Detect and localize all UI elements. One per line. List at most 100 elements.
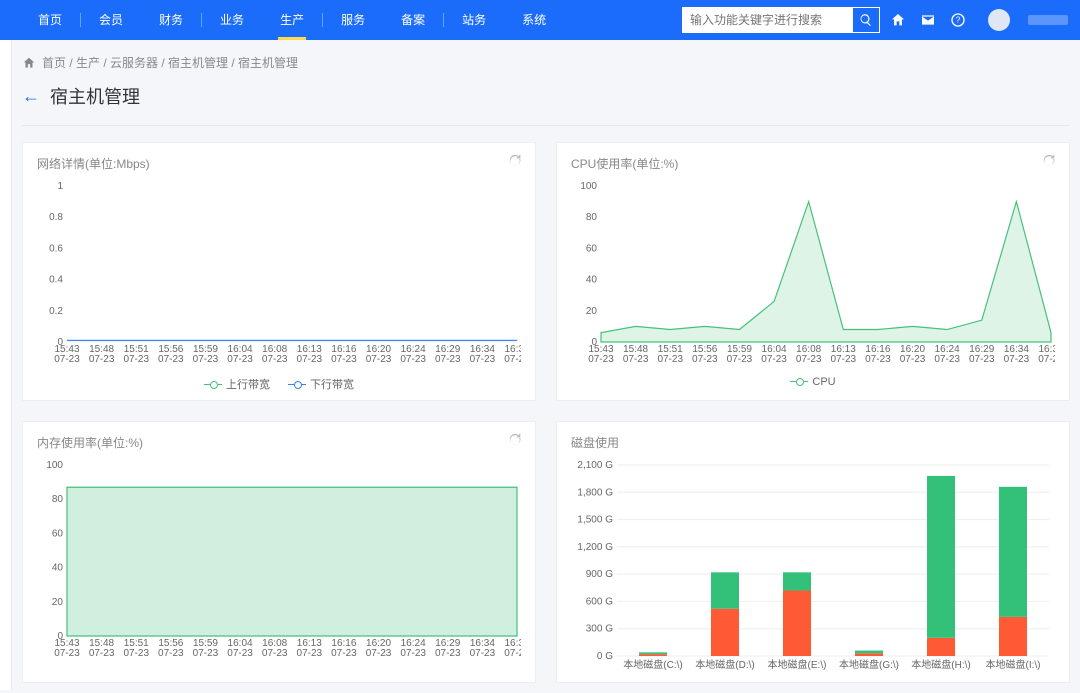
svg-text:60: 60 [52,528,64,539]
mail-icon[interactable] [920,12,936,28]
chart-network: 00.20.40.60.8115:4307-2315:4807-2315:510… [37,180,521,370]
svg-text:07-23: 07-23 [262,354,288,365]
topbar: 首页会员财务业务生产服务备案站务系统 ? [0,0,1080,40]
svg-text:?: ? [956,16,961,25]
svg-text:1,800 G: 1,800 G [577,487,613,498]
panel-title: 内存使用率(单位:%) [37,434,521,451]
svg-text:07-23: 07-23 [89,354,115,365]
nav-item[interactable]: 系统 [504,0,564,40]
svg-text:07-23: 07-23 [400,648,426,659]
svg-text:07-23: 07-23 [761,354,787,365]
svg-text:07-23: 07-23 [227,354,253,365]
svg-text:20: 20 [52,597,64,608]
avatar[interactable] [988,9,1010,31]
refresh-icon[interactable] [1041,153,1057,169]
panel-title: 网络详情(单位:Mbps) [37,155,521,172]
search [682,7,880,33]
svg-text:07-23: 07-23 [470,354,496,365]
home-icon[interactable] [890,12,906,28]
svg-text:07-23: 07-23 [900,354,926,365]
legend-down: 下行带宽 [288,376,354,392]
svg-text:本地磁盘(G:\): 本地磁盘(G:\) [839,658,899,671]
page-title: 宿主机管理 [50,83,140,109]
svg-text:07-23: 07-23 [435,354,461,365]
svg-text:100: 100 [580,181,597,192]
username [1028,15,1068,25]
svg-text:07-23: 07-23 [623,354,649,365]
left-rail [0,40,12,690]
svg-text:本地磁盘(C:\): 本地磁盘(C:\) [623,658,682,671]
svg-text:07-23: 07-23 [123,354,149,365]
svg-text:40: 40 [52,563,64,574]
svg-text:0.2: 0.2 [49,306,63,317]
svg-text:本地磁盘(H:\): 本地磁盘(H:\) [911,658,970,671]
svg-text:300 G: 300 G [586,624,613,635]
panel-disk: 磁盘使用 0 G300 G600 G900 G1,200 G1,500 G1,8… [556,421,1070,683]
svg-text:07-23: 07-23 [865,354,891,365]
panel-network: 网络详情(单位:Mbps) 00.20.40.60.8115:4307-2315… [22,142,536,401]
svg-text:07-23: 07-23 [158,648,184,659]
svg-text:07-23: 07-23 [435,648,461,659]
breadcrumb-text: 首页 / 生产 / 云服务器 / 宿主机管理 / 宿主机管理 [42,54,298,71]
legend-up: 上行带宽 [204,376,270,392]
nav-item[interactable]: 会员 [81,0,141,40]
home-icon [22,56,36,70]
svg-text:40: 40 [586,275,598,286]
svg-text:0.4: 0.4 [49,275,63,286]
search-icon [859,13,873,27]
nav-item[interactable]: 首页 [20,0,80,40]
svg-text:07-23: 07-23 [504,354,521,365]
nav-item[interactable]: 财务 [141,0,201,40]
svg-text:07-23: 07-23 [969,354,995,365]
svg-text:0 G: 0 G [597,651,613,662]
refresh-icon[interactable] [507,153,523,169]
svg-text:100: 100 [46,460,63,471]
chart-disk: 0 G300 G600 G900 G1,200 G1,500 G1,800 G2… [571,459,1055,674]
top-nav: 首页会员财务业务生产服务备案站务系统 [20,0,682,40]
svg-text:07-23: 07-23 [89,648,115,659]
svg-text:07-23: 07-23 [692,354,718,365]
panel-memory: 内存使用率(单位:%) 02040608010015:4307-2315:480… [22,421,536,683]
nav-item[interactable]: 备案 [383,0,443,40]
back-arrow-icon[interactable]: ← [22,86,40,107]
nav-item[interactable]: 业务 [202,0,262,40]
svg-text:0.8: 0.8 [49,212,63,223]
svg-text:07-23: 07-23 [400,354,426,365]
breadcrumb: 首页 / 生产 / 云服务器 / 宿主机管理 / 宿主机管理 [12,40,1080,77]
svg-text:07-23: 07-23 [193,648,219,659]
svg-text:07-23: 07-23 [366,648,392,659]
help-icon[interactable]: ? [950,12,966,28]
nav-item[interactable]: 站务 [444,0,504,40]
refresh-icon[interactable] [507,432,523,448]
svg-text:600 G: 600 G [586,596,613,607]
topbar-icons: ? [890,9,1068,31]
chart-cpu: 02040608010015:4307-2315:4807-2315:5107-… [571,180,1055,370]
svg-text:07-23: 07-23 [657,354,683,365]
svg-text:07-23: 07-23 [831,354,857,365]
svg-text:07-23: 07-23 [934,354,960,365]
svg-text:2,100 G: 2,100 G [577,460,613,471]
nav-item[interactable]: 服务 [323,0,383,40]
svg-text:07-23: 07-23 [470,648,496,659]
svg-text:07-23: 07-23 [158,354,184,365]
nav-item[interactable]: 生产 [262,0,322,40]
search-input[interactable] [682,7,852,33]
svg-text:07-23: 07-23 [727,354,753,365]
svg-text:900 G: 900 G [586,569,613,580]
svg-text:07-23: 07-23 [123,648,149,659]
svg-text:07-23: 07-23 [54,648,80,659]
svg-text:80: 80 [52,494,64,505]
search-button[interactable] [852,7,880,33]
svg-text:07-23: 07-23 [1038,354,1055,365]
svg-text:07-23: 07-23 [1004,354,1030,365]
svg-text:07-23: 07-23 [366,354,392,365]
svg-text:本地磁盘(I:\): 本地磁盘(I:\) [986,658,1041,671]
svg-text:07-23: 07-23 [262,648,288,659]
svg-text:07-23: 07-23 [331,354,357,365]
svg-text:07-23: 07-23 [227,648,253,659]
svg-text:07-23: 07-23 [331,648,357,659]
svg-text:1,500 G: 1,500 G [577,515,613,526]
svg-text:80: 80 [586,212,598,223]
svg-text:07-23: 07-23 [297,648,323,659]
chart-memory: 02040608010015:4307-2315:4807-2315:5107-… [37,459,521,664]
